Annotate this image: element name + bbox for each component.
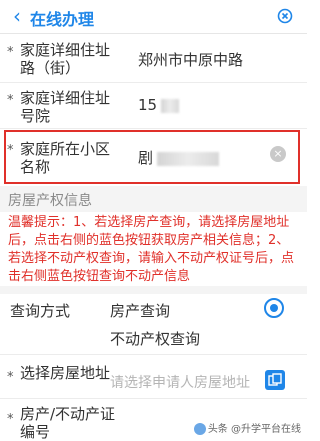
tip-text: 温馨提示：1、若选择房产查询，请选择房屋地址后，点击右侧的蓝色按钮获取房产相关信… [8,215,295,284]
street-field: * 家庭详细住址路（街） 郑州市中原中路 [0,35,307,82]
radio-house-query-label[interactable]: 房产查询 [110,300,170,321]
house-number-label: 家庭详细住址号院 [20,89,111,125]
radio-property-query-label[interactable]: 不动产权查询 [110,328,200,349]
title-bar: ‹ 在线办理 [0,0,307,34]
query-method-label: 查询方式 [10,302,71,320]
clear-icon[interactable]: × [270,146,286,162]
blurred-text [161,98,180,113]
required-mark: * [7,412,14,427]
divider [0,286,307,294]
required-mark: * [7,93,14,108]
house-number-field: * 家庭详细住址号院 15 [0,83,307,128]
section-header: 房屋产权信息 [0,186,307,212]
section-title: 房屋产权信息 [8,193,92,209]
copy-icon [268,373,282,386]
watermark-text: 头条 @升学平台在线 [207,424,301,435]
watermark-logo-icon [193,423,206,435]
street-label: 家庭详细住址路（街） [20,41,111,77]
watermark: 头条 @升学平台在线 [193,420,301,435]
divider [0,128,307,129]
page-title: 在线办理 [30,10,95,29]
radio-selected-dot [270,304,278,312]
required-mark: * [7,45,14,60]
house-number-input[interactable]: 15 [138,96,180,114]
divider [0,354,307,355]
address-label: 选择房屋地址 [20,364,111,382]
cert-label: 房产/不动产证编号 [20,405,116,441]
close-circle-icon[interactable] [277,8,293,24]
address-placeholder[interactable]: 请选择申请人房屋地址 [110,372,250,392]
radio-house-query[interactable] [264,298,284,318]
house-number-value: 15 [138,96,158,114]
highlight-box [4,130,300,184]
required-mark: * [7,370,14,385]
address-select-button[interactable] [265,370,285,390]
street-input[interactable]: 郑州市中原中路 [138,49,243,70]
chevron-left-icon[interactable]: ‹ [6,5,28,27]
divider [0,398,307,399]
